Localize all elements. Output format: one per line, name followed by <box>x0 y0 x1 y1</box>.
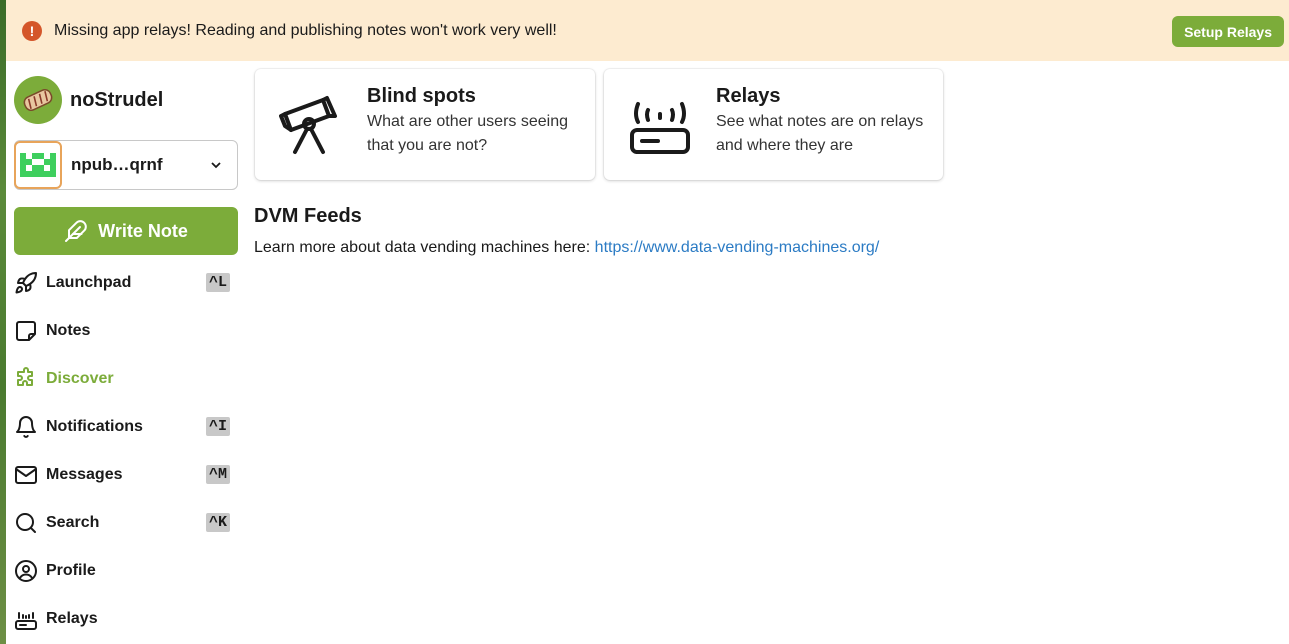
mail-icon <box>14 463 38 487</box>
dvm-feeds-section: DVM Feeds Learn more about data vending … <box>254 205 879 257</box>
sidebar-item-profile[interactable]: Profile <box>14 547 238 595</box>
write-note-button[interactable]: Write Note <box>14 207 238 255</box>
alert-circle-icon: ! <box>22 20 42 41</box>
sidebar-nav: Launchpad ^L Notes Discover Notification… <box>14 259 238 643</box>
shortcut-badge: ^L <box>205 273 230 292</box>
sidebar-item-search[interactable]: Search ^K <box>14 499 238 547</box>
account-npub: npub…qrnf <box>71 155 163 174</box>
shortcut-badge: ^M <box>205 465 230 484</box>
sidebar-item-notes[interactable]: Notes <box>14 307 238 355</box>
relays-card[interactable]: Relays See what notes are on relays and … <box>604 69 943 180</box>
sidebar-item-label: Search <box>46 514 100 531</box>
sidebar-item-launchpad[interactable]: Launchpad ^L <box>14 259 238 307</box>
window-edge <box>0 0 6 644</box>
telescope-icon <box>279 94 343 158</box>
sidebar-item-label: Profile <box>46 562 96 579</box>
sidebar-item-label: Notifications <box>46 418 143 435</box>
sidebar-item-label: Relays <box>46 610 98 627</box>
brand[interactable]: noStrudel <box>14 62 238 138</box>
sidebar-item-label: Notes <box>46 322 91 339</box>
note-icon <box>14 319 38 343</box>
strudel-logo-icon <box>14 76 62 124</box>
sidebar-item-messages[interactable]: Messages ^M <box>14 451 238 499</box>
sidebar-item-label: Launchpad <box>46 274 132 291</box>
card-description: What are other users seeing <box>367 113 568 130</box>
sidebar-item-notifications[interactable]: Notifications ^I <box>14 403 238 451</box>
section-heading: DVM Feeds <box>254 205 362 227</box>
shortcut-badge: ^I <box>205 417 230 436</box>
avatar <box>14 141 62 189</box>
sidebar-item-relays[interactable]: Relays <box>14 595 238 643</box>
sidebar-item-label: Messages <box>46 466 123 483</box>
bell-icon <box>14 415 38 439</box>
setup-relays-button[interactable]: Setup Relays <box>1172 16 1284 47</box>
banner-message: Missing app relays! Reading and publishi… <box>54 21 557 39</box>
router-icon <box>14 607 38 631</box>
relay-warning-banner: ! Missing app relays! Reading and publis… <box>6 0 1289 61</box>
write-note-label: Write Note <box>98 220 188 241</box>
sidebar-item-discover[interactable]: Discover <box>14 355 238 403</box>
sidebar: noStrudel npub…qrnf Write Note Launchpad… <box>14 62 238 643</box>
card-description: that you are not? <box>367 137 488 154</box>
dvm-description: Learn more about data vending machines h… <box>254 239 879 257</box>
shortcut-badge: ^K <box>205 513 230 532</box>
card-title: Relays <box>716 85 781 107</box>
feather-icon <box>65 220 87 242</box>
card-description: and where they are <box>716 137 853 154</box>
dvm-text: Learn more about data vending machines h… <box>254 239 595 256</box>
puzzle-icon <box>14 367 38 391</box>
chevron-down-icon <box>211 162 221 169</box>
account-switcher[interactable]: npub…qrnf <box>14 140 238 190</box>
card-description: See what notes are on relays <box>716 113 924 130</box>
sidebar-item-label: Discover <box>46 370 114 387</box>
user-circle-icon <box>14 559 38 583</box>
card-title: Blind spots <box>367 85 476 107</box>
rocket-icon <box>14 271 38 295</box>
app-name: noStrudel <box>70 88 164 111</box>
search-icon <box>14 511 38 535</box>
blind-spots-card[interactable]: Blind spots What are other users seeing … <box>255 69 595 180</box>
dvm-link[interactable]: https://www.data-vending-machines.org/ <box>595 239 880 256</box>
router-icon <box>628 94 692 158</box>
